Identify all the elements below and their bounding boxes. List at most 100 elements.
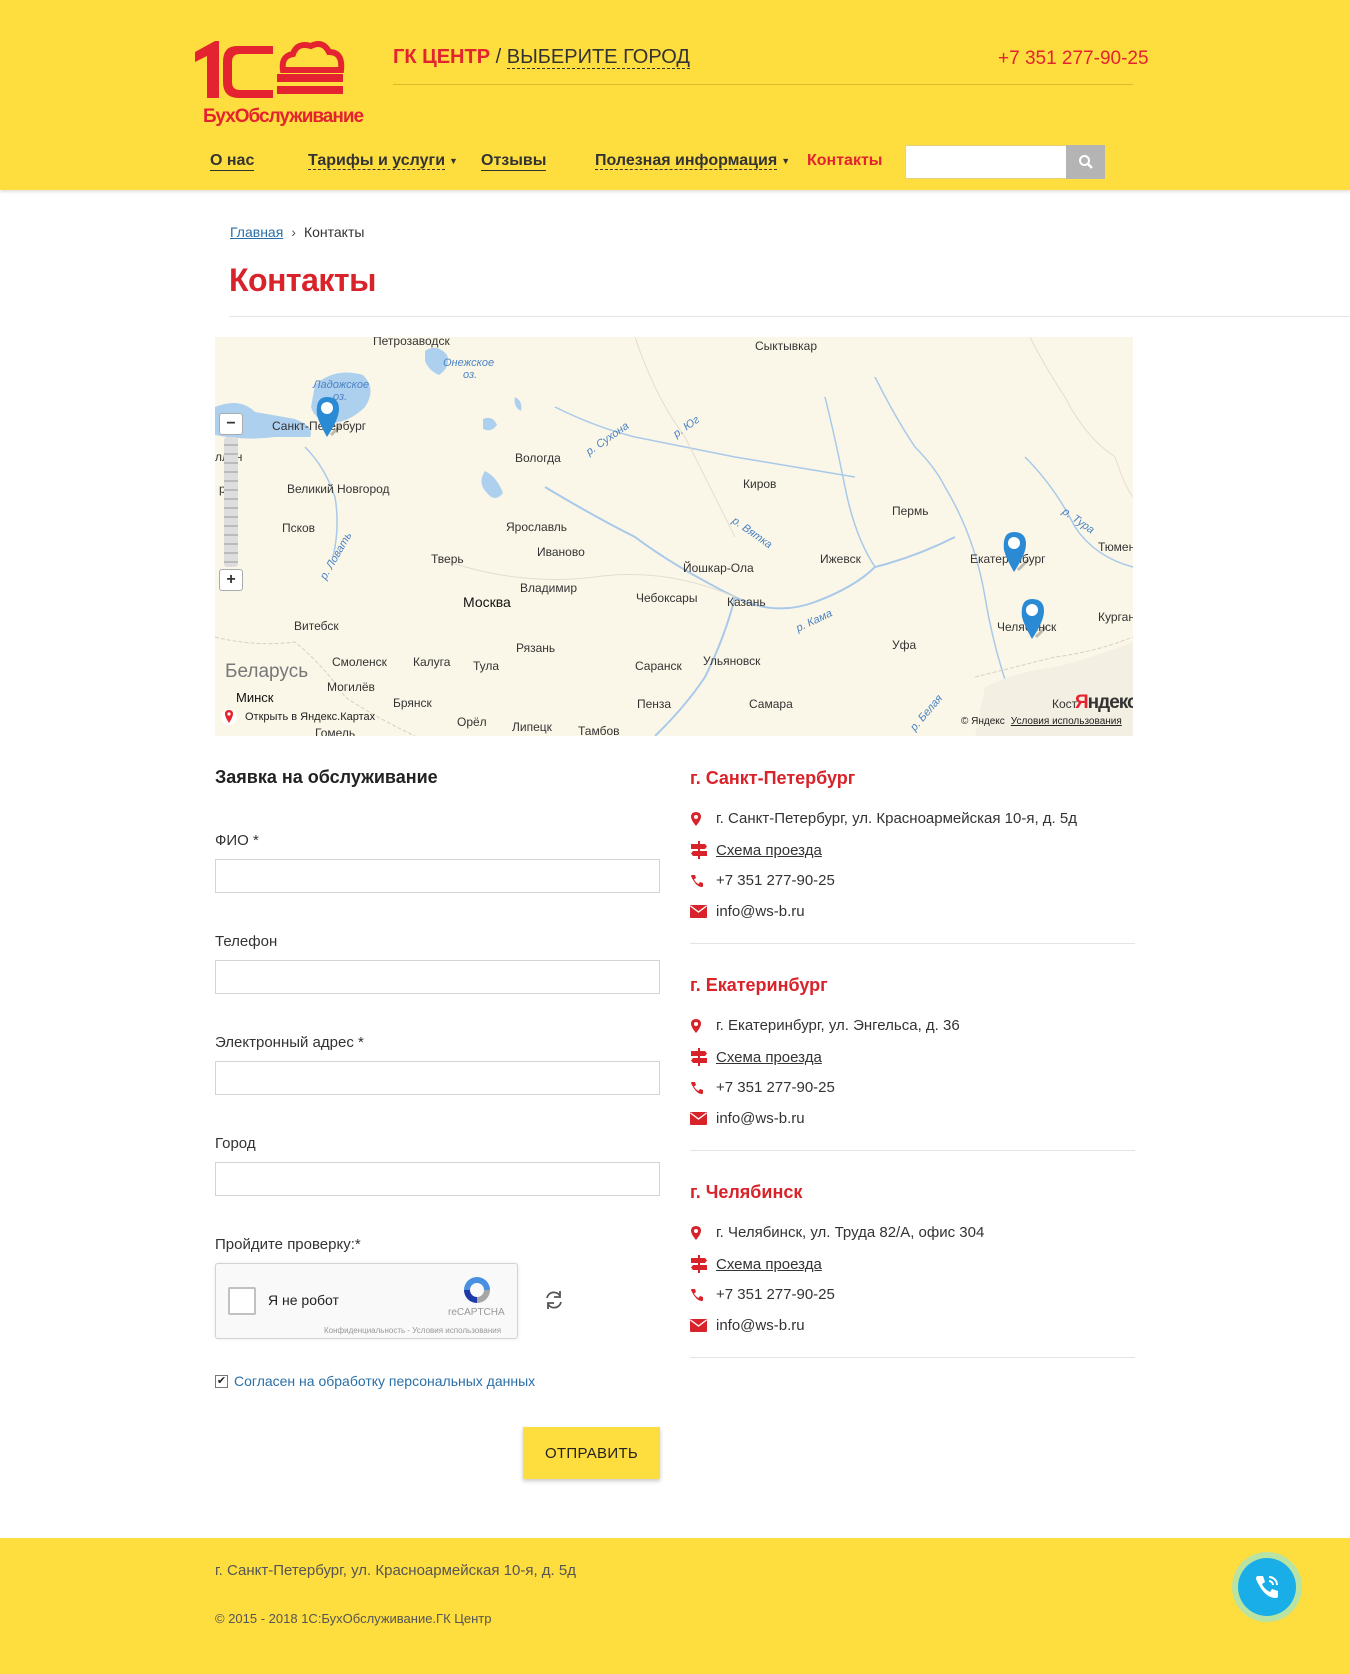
office-title: г. Екатеринбург [690,975,828,995]
refresh-icon[interactable] [543,1290,565,1310]
map-city-label: Ульяновск [703,654,761,668]
city-input[interactable] [215,1162,660,1196]
map-city-label: Уфа [892,638,917,652]
map-city-label: Чебоксары [636,591,698,605]
map-city-label: Иваново [537,545,585,559]
map-marker-icon[interactable] [313,395,343,439]
map-city-label: Тверь [431,552,464,566]
chevron-right-icon: › [291,224,296,240]
office-phone: +7 351 277-90-25 [690,1079,835,1096]
consent-checkbox-row[interactable]: ✔ Согласен на обработку персональных дан… [215,1373,535,1389]
nav-item-useful-info[interactable]: Полезная информация ▼ [595,152,790,170]
envelope-icon [690,1112,707,1125]
recaptcha-logo-icon [464,1277,490,1303]
office-route: Схема проезда [690,841,822,859]
office-phone: +7 351 277-90-25 [690,872,835,889]
map-city-label: Вологда [515,451,561,465]
captcha-label: Пройдите проверку:* [215,1236,361,1253]
recaptcha-checkbox[interactable] [228,1287,256,1315]
route-link[interactable]: Схема проезда [716,1049,822,1066]
zoom-in-button[interactable]: + [219,569,243,591]
breadcrumb-home-link[interactable]: Главная [230,224,283,240]
email-label: Электронный адрес * [215,1034,364,1051]
map-city-label: Рязань [516,641,556,655]
phone-input[interactable] [215,960,660,994]
fio-input[interactable] [215,859,660,893]
office-email: info@ws-b.ru [690,903,805,920]
map-city-label: Йошкар-Ола [683,561,754,575]
callback-button-inner [1238,1558,1296,1616]
footer-copyright: © 2015 - 2018 1С:БухОбслуживание.ГК Цент… [215,1611,492,1626]
map-country-label: Беларусь [225,661,309,682]
yandex-map[interactable]: Петрозаводск Сыктывкар Онежское оз. Ладож… [215,337,1133,736]
office-phone: +7 351 277-90-25 [690,1286,835,1303]
office-route: Схема проезда [690,1048,822,1066]
consent-label[interactable]: Согласен на обработку персональных данны… [234,1373,535,1389]
open-in-yandex-maps-link[interactable]: Открыть в Яндекс.Картах [221,707,375,727]
signpost-icon [691,1048,707,1066]
footer-address: г. Санкт-Петербург, ул. Красноармейская … [215,1562,576,1579]
nav-item-contacts[interactable]: Контакты [807,152,882,170]
map-city-label: Курган [1098,610,1133,624]
office-address: г. Санкт-Петербург, ул. Красноармейская … [690,810,1077,827]
email-input[interactable] [215,1061,660,1095]
callback-button[interactable] [1232,1552,1302,1622]
site-footer: г. Санкт-Петербург, ул. Красноармейская … [0,1538,1350,1674]
map-city-label: Ижевск [820,552,861,566]
search-input[interactable] [905,145,1067,179]
caret-down-icon: ▼ [781,155,791,166]
consent-checkbox[interactable]: ✔ [215,1374,228,1388]
map-terms-link[interactable]: Условия использования [1011,716,1122,727]
nav-item-reviews[interactable]: Отзывы [481,152,547,171]
map-city-label: Псков [282,521,316,535]
map-city-label: Гомель [315,726,356,736]
search-button[interactable] [1066,145,1105,179]
logo-subtitle: БухОбслуживание [203,106,364,127]
zoom-slider[interactable] [224,437,238,567]
search-icon [1078,155,1093,169]
map-city-label: Москва [463,594,511,610]
company-brand: ГК ЦЕНТР [393,46,491,68]
form-title: Заявка на обслуживание [215,767,438,787]
phone-icon [691,1288,703,1301]
envelope-icon [690,1319,707,1332]
map-city-label: Тула [473,659,500,673]
nav-item-about[interactable]: О нас [210,152,255,171]
zoom-out-button[interactable]: − [219,413,243,435]
map-marker-icon[interactable] [1018,597,1048,641]
office-divider [690,943,1135,944]
map-city-label: Тамбов [578,724,620,736]
map-zoom-control: − + [219,413,243,593]
office-divider [690,1357,1135,1358]
map-city-label: Владимир [520,581,578,595]
company-city-selector[interactable]: ГК ЦЕНТР / ВЫБЕРИТЕ ГОРОД [393,46,690,69]
title-divider [229,316,1350,317]
header-divider [393,84,1133,85]
caret-down-icon: ▼ [449,155,458,166]
office-address: г. Екатеринбург, ул. Энгельса, д. 36 [690,1017,960,1034]
fio-label: ФИО * [215,832,259,849]
map-city-label: Пенза [637,697,672,711]
page-title: Контакты [229,262,376,298]
site-header: БухОбслуживание ГК ЦЕНТР / ВЫБЕРИТЕ ГОРО… [0,0,1350,190]
phone-call-icon [1256,1576,1278,1598]
header-phone[interactable]: +7 351 277-90-25 [998,48,1149,70]
map-city-label: Тюмень [1098,540,1133,554]
city-select-link[interactable]: ВЫБЕРИТЕ ГОРОД [506,46,690,69]
map-city-label: Орёл [457,715,487,729]
recaptcha-text: Я не робот [268,1292,339,1308]
phone-icon [691,1081,703,1094]
submit-button[interactable]: ОТПРАВИТЬ [523,1427,660,1479]
map-city-label: Кост [1052,697,1078,711]
map-city-label: Калуга [413,655,451,669]
route-link[interactable]: Схема проезда [716,842,822,859]
office-email: info@ws-b.ru [690,1317,805,1334]
nav-item-tariffs[interactable]: Тарифы и услуги ▼ [308,152,458,170]
map-marker-icon[interactable] [1000,530,1030,574]
recaptcha-links[interactable]: Конфиденциальность - Условия использован… [324,1326,501,1335]
signpost-icon [691,1255,707,1273]
location-pin-icon [691,1225,701,1240]
route-link[interactable]: Схема проезда [716,1256,822,1273]
map-city-label: Могилёв [327,680,375,694]
map-city-label: Великий Новгород [287,482,390,496]
